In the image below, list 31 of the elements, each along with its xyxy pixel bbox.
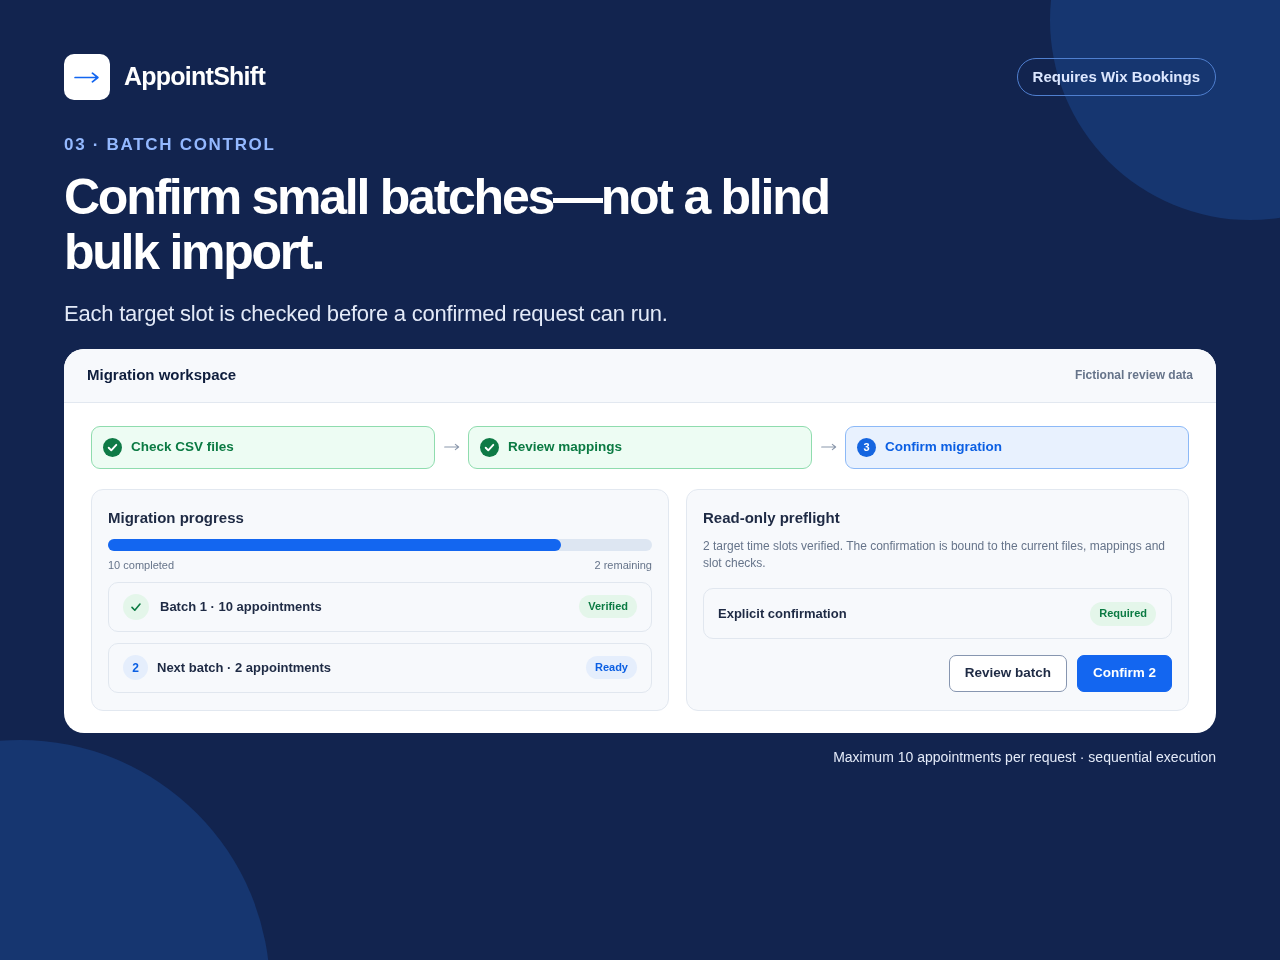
status-badge: Ready <box>585 656 637 679</box>
step-item[interactable]: Review mappings <box>468 425 812 469</box>
subtitle: Each target slot is checked before a confirmed request can run. <box>64 299 668 328</box>
completed-count: 10 completed <box>108 558 175 573</box>
confirm-button[interactable]: Confirm 2 <box>1077 655 1172 692</box>
step-item[interactable]: 3 Confirm migration <box>845 425 1189 469</box>
step-number-badge: 3 <box>857 437 876 457</box>
check-icon <box>123 593 149 620</box>
arrow-right-icon <box>443 443 460 451</box>
arrow-right-icon <box>820 443 837 451</box>
arrow-right-icon <box>74 71 100 83</box>
required-badge: Required <box>1090 601 1156 626</box>
panel-title: Read-only preflight <box>703 507 840 528</box>
review-button[interactable]: Review batch <box>948 655 1067 692</box>
preflight-description: 2 target time slots verified. The confirmation is bound to the current files, mappings and slot checks. <box>703 538 1167 572</box>
headline: Confirm small batches—not a blind bulk import. <box>64 169 830 280</box>
batch-number-badge: 2 <box>123 655 148 680</box>
check-circle-icon <box>480 437 499 457</box>
footer-note: Maximum 10 appointments per request · sequential execution <box>833 748 1216 767</box>
panel-title: Migration progress <box>108 507 244 528</box>
batch-title: Batch 1 · 10 appointments <box>160 597 322 616</box>
workspace-title: Migration workspace <box>87 364 237 385</box>
check-circle-icon <box>103 437 122 457</box>
status-badge: Verified <box>579 595 637 618</box>
brand-name: AppointShift <box>124 61 265 93</box>
confirmation-label: Explicit confirmation <box>718 604 847 623</box>
remaining-count: 2 remaining <box>594 558 652 573</box>
step-item[interactable]: Check CSV files <box>91 425 435 469</box>
eyebrow-label: 03 · BATCH CONTROL <box>64 134 276 156</box>
batch-title: Next batch · 2 appointments <box>157 658 332 677</box>
data-note: Fictional review data <box>1074 367 1193 384</box>
